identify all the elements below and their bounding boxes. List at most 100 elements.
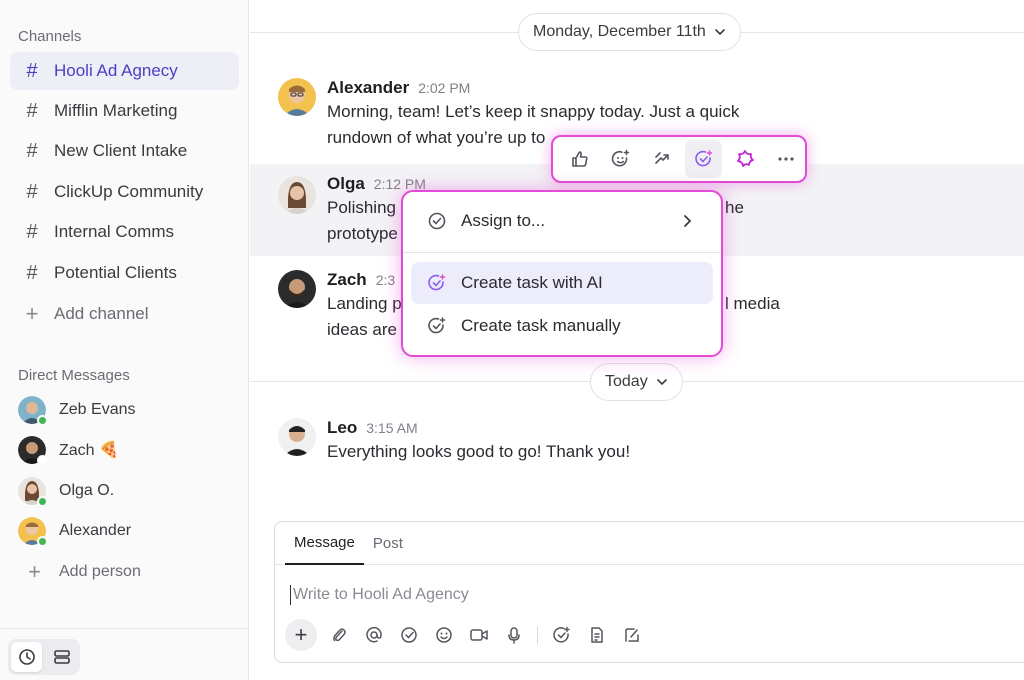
timestamp: 2:02 PM (418, 80, 471, 96)
channels-section-title: Channels (18, 28, 82, 45)
composer-toolbar: + (285, 619, 645, 651)
ai-task-icon (419, 273, 455, 293)
create-task-ai-menu-item[interactable]: Create task with AI (411, 262, 713, 304)
avatar (278, 270, 316, 308)
dm-olga[interactable]: Olga O. (10, 473, 239, 509)
channel-new-client-intake[interactable]: # New Client Intake (10, 132, 239, 170)
composer-tabs: Message Post (275, 522, 1024, 565)
paperclip-icon[interactable] (325, 619, 352, 651)
message-text-line-end: he (725, 198, 744, 217)
video-icon[interactable] (465, 619, 492, 651)
channel-label: Internal Comms (54, 222, 174, 241)
channel-label: New Client Intake (54, 141, 188, 160)
date-divider-button[interactable]: Monday, December 11th (518, 13, 741, 51)
hash-icon: # (26, 220, 38, 243)
avatar (18, 477, 48, 507)
message-text-line: ideas are (327, 320, 397, 339)
add-person-button[interactable]: + Add person (10, 554, 239, 590)
convert-button[interactable] (644, 140, 681, 178)
tab-post[interactable]: Post (364, 522, 412, 565)
chevron-right-icon (684, 215, 692, 227)
plus-icon: + (28, 559, 41, 584)
author-name[interactable]: Alexander (327, 78, 409, 98)
channel-label: ClickUp Community (54, 182, 204, 201)
channel-label: Hooli Ad Agnecy (54, 61, 178, 80)
message-text-line: Landing p (327, 294, 402, 313)
tab-message[interactable]: Message (285, 522, 364, 565)
away-status-icon (37, 455, 48, 466)
whiteboard-icon[interactable] (618, 619, 645, 651)
mention-icon[interactable] (360, 619, 387, 651)
clickup-ai-button[interactable] (726, 140, 763, 178)
channel-mifflin-marketing[interactable]: # Mifflin Marketing (10, 92, 239, 130)
menu-separator (403, 252, 721, 253)
layout-icon (53, 650, 70, 664)
chevron-down-icon (656, 379, 667, 386)
message-header: Zach 2:3 (327, 270, 395, 290)
author-name[interactable]: Leo (327, 418, 357, 438)
create-task-button[interactable] (684, 140, 723, 178)
create-task-manually-menu-item[interactable]: Create task manually (411, 305, 713, 347)
add-task-icon[interactable] (548, 619, 575, 651)
message-text-line: rundown of what you’re up to (327, 128, 546, 147)
message-text-line: Everything looks good to go! Thank you! (327, 442, 631, 461)
emoji-icon[interactable] (430, 619, 457, 651)
assign-to-menu-item[interactable]: Assign to... (411, 200, 713, 242)
add-channel-button[interactable]: + Add channel (10, 295, 239, 333)
dm-zach[interactable]: Zach 🍕 (10, 432, 239, 468)
add-task-icon (419, 316, 455, 336)
clock-icon (18, 649, 35, 665)
author-name[interactable]: Zach (327, 270, 367, 290)
online-status-dot (37, 496, 48, 507)
sidebar-footer (0, 628, 249, 680)
channel-label: Mifflin Marketing (54, 101, 178, 120)
add-reaction-icon (611, 149, 630, 167)
today-divider-button[interactable]: Today (590, 363, 683, 401)
chevron-down-icon (715, 29, 725, 36)
channel-potential-clients[interactable]: # Potential Clients (10, 254, 239, 292)
plus-icon: + (25, 301, 39, 326)
dm-label: Zeb Evans (59, 401, 136, 418)
dm-label: Olga O. (59, 482, 115, 499)
menu-item-label: Create task manually (461, 316, 621, 335)
list-view-button[interactable] (46, 642, 77, 672)
microphone-icon[interactable] (500, 619, 527, 651)
assign-icon (419, 211, 455, 231)
toolbar-separator (537, 626, 538, 644)
date-label: Today (605, 373, 648, 390)
view-switcher (8, 639, 80, 675)
thumbs-up-icon (571, 151, 588, 167)
channel-hooli-ad-agency[interactable]: # Hooli Ad Agnecy (10, 52, 239, 90)
avatar (278, 78, 316, 116)
message-text-line: prototype (327, 224, 398, 243)
hash-icon: # (26, 139, 38, 162)
hash-icon: # (26, 99, 38, 122)
message-input[interactable]: Write to Hooli Ad Agency (290, 585, 469, 605)
channel-clickup-community[interactable]: # ClickUp Community (10, 173, 239, 211)
add-reaction-button[interactable] (602, 140, 639, 178)
timestamp: 3:15 AM (366, 420, 418, 436)
add-attachment-button[interactable]: + (285, 619, 317, 651)
dm-alexander[interactable]: Alexander (10, 513, 239, 549)
timestamp: 2:3 (375, 272, 396, 288)
dm-label: Alexander (59, 522, 132, 539)
menu-item-label: Create task with AI (461, 273, 603, 292)
task-check-icon[interactable] (395, 619, 422, 651)
hash-icon: # (26, 261, 38, 284)
history-view-button[interactable] (11, 642, 42, 672)
menu-item-label: Assign to... (461, 211, 546, 230)
dm-zeb-evans[interactable]: Zeb Evans (10, 392, 239, 428)
plus-icon: + (294, 622, 308, 647)
like-button[interactable] (561, 140, 598, 178)
avatar (278, 176, 316, 214)
create-task-icon (694, 150, 712, 167)
sidebar: Channels # Hooli Ad Agnecy # Mifflin Mar… (0, 0, 249, 680)
dm-section-title: Direct Messages (18, 367, 130, 384)
dm-label: Zach 🍕 (59, 442, 119, 459)
document-icon[interactable] (583, 619, 610, 651)
channel-internal-comms[interactable]: # Internal Comms (10, 213, 239, 251)
author-name[interactable]: Olga (327, 174, 365, 194)
message-header: Leo 3:15 AM (327, 418, 418, 438)
task-dropdown-menu: Assign to... Create task with AI Create … (401, 190, 723, 357)
more-button[interactable] (768, 140, 805, 178)
